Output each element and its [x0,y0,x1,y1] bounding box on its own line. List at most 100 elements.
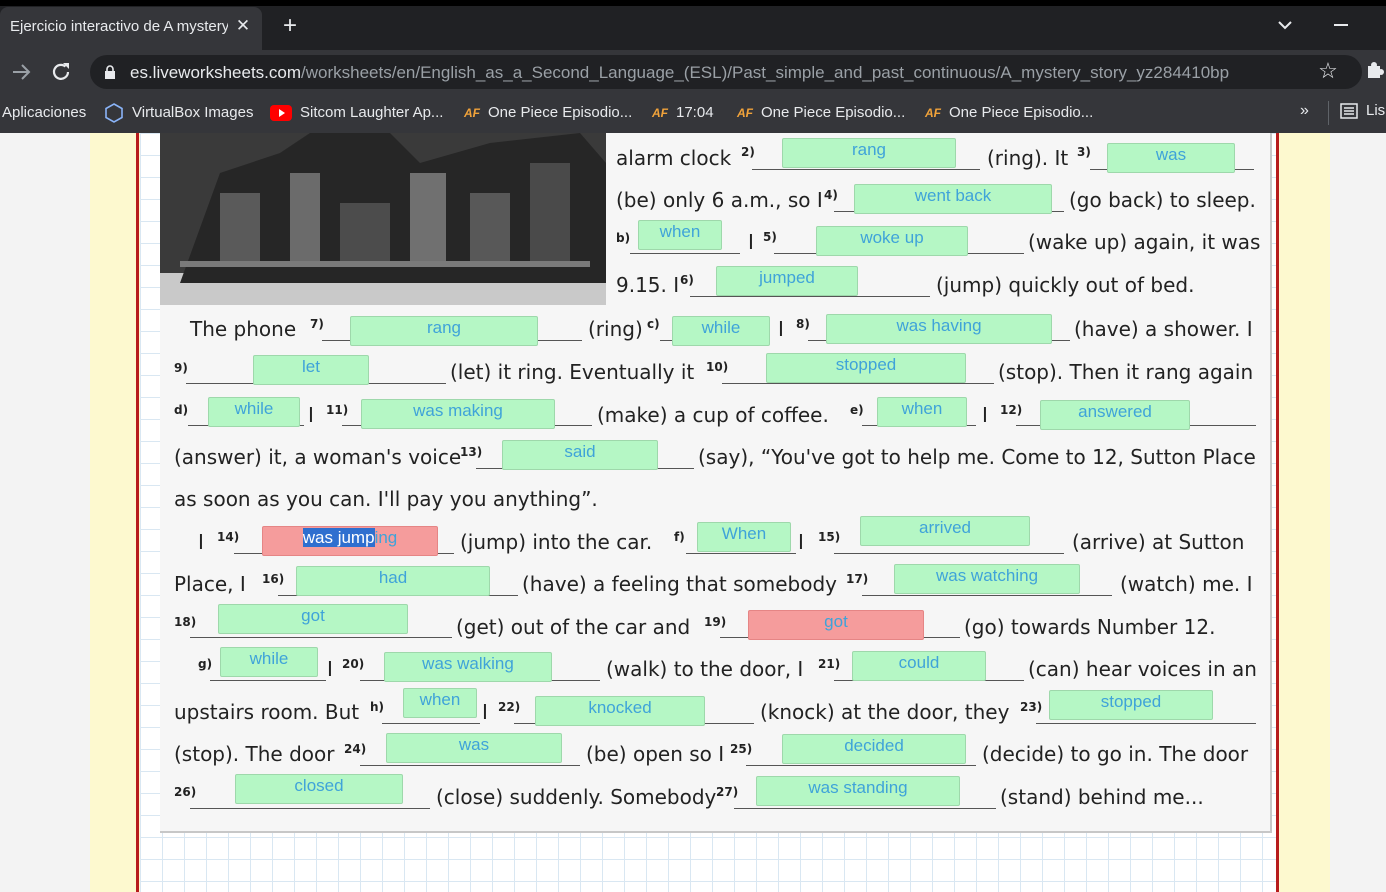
reading-list-icon [1340,103,1358,119]
sentence-text: Place, I [174,572,246,596]
answer-field-5[interactable]: woke up [816,226,968,256]
window-top-edge [0,0,1386,6]
tab-search-chevron-icon[interactable] [1274,14,1296,36]
af-logo-icon: AF [737,106,753,121]
url-path: /worksheets/en/English_as_a_Second_Langu… [301,63,1230,82]
address-bar[interactable]: es.liveworksheets.com/worksheets/en/Engl… [90,55,1362,89]
sentence-text: (go) towards Number 12. [964,615,1216,639]
answer-field-18[interactable]: got [218,604,408,634]
item-number: 6) [680,273,694,287]
answer-field-4[interactable]: went back [854,184,1052,214]
answer-field-21[interactable]: could [852,651,986,681]
sentence-text: as soon as you can. I'll pay you anythin… [174,487,598,511]
sentence-text: I [308,403,314,427]
bookmark-apps[interactable]: Aplicaciones [2,102,86,124]
answer-field-b[interactable]: when [638,220,722,250]
item-number: 15) [818,530,841,544]
sentence-text: I [778,317,784,341]
sentence-text: (close) suddenly. Somebody [436,785,717,809]
answer-field-g[interactable]: while [220,647,318,677]
bookmark-onepiece-2[interactable]: AF One Piece Episodio... [737,102,905,124]
answer-field-13[interactable]: said [502,440,658,470]
item-number: 5) [763,230,777,244]
answer-field-6[interactable]: jumped [716,266,858,296]
answer-field-24[interactable]: was [386,733,562,763]
sentence-text: (watch) me. I [1120,572,1253,596]
item-number: 3) [1077,145,1091,159]
sentence-text: (walk) to the door, I [606,657,804,681]
bookmark-onepiece-1[interactable]: AF One Piece Episodio... [464,102,632,124]
answer-field-17[interactable]: was watching [894,564,1080,594]
tab-bar: Ejercicio interactivo de A mystery ✕ + [0,0,1386,50]
answer-field-23[interactable]: stopped [1049,690,1213,720]
sentence-text: (ring) [588,317,643,341]
answer-field-3[interactable]: was [1107,143,1235,173]
answer-field-c[interactable]: while [672,316,770,346]
url-text[interactable]: es.liveworksheets.com/worksheets/en/Engl… [130,63,1229,83]
sentence-text: I [198,530,204,554]
answer-field-12[interactable]: answered [1040,400,1190,430]
bookmarks-divider [1328,101,1329,125]
sentence-text: alarm clock [616,146,732,170]
answer-field-e[interactable]: when [877,397,967,427]
bookmark-onepiece-3[interactable]: AF One Piece Episodio... [925,102,1093,124]
lock-icon[interactable] [104,65,116,79]
item-number: 21) [818,657,841,671]
new-tab-button[interactable]: + [278,14,302,38]
answer-field-9[interactable]: let [253,355,369,385]
margin-line-left [136,133,139,892]
item-number: 23) [1020,700,1043,714]
more-bookmarks-button[interactable]: » [1300,102,1309,120]
answer-field-26[interactable]: closed [235,774,403,804]
item-number: 25) [730,742,753,756]
bookmark-time[interactable]: AF 17:04 [652,102,714,124]
answer-field-f[interactable]: When [697,522,791,552]
answer-field-7[interactable]: rang [350,316,538,346]
answer-field-11[interactable]: was making [361,399,555,429]
answer-field-14[interactable]: was jumping [262,526,438,556]
answer-field-22[interactable]: knocked [535,696,705,726]
answer-text-rest: ing [374,528,398,547]
item-number: 8) [796,317,810,331]
reload-icon[interactable] [48,59,74,85]
url-host: es.liveworksheets.com [130,63,302,82]
item-number: 22) [498,700,521,714]
answer-field-h[interactable]: when [403,688,477,718]
answer-field-25[interactable]: decided [782,734,966,764]
answer-field-2[interactable]: rang [782,138,956,168]
answer-field-16[interactable]: had [296,566,490,596]
answer-field-27[interactable]: was standing [756,776,960,806]
sentence-text: I [482,700,488,724]
item-number: 2) [741,145,755,159]
answer-underline [722,383,994,384]
sentence-text: I [327,657,333,681]
item-number: 7) [310,317,324,331]
sentence-text: (let) it ring. Eventually it [450,360,695,384]
answer-underline [1036,723,1256,724]
answer-field-19[interactable]: got [748,610,924,640]
answer-field-8[interactable]: was having [826,314,1052,344]
answer-underline [210,680,326,681]
bookmark-sitcom[interactable]: Sitcom Laughter Ap... [270,102,443,124]
close-tab-icon[interactable]: ✕ [234,15,252,37]
answer-field-20[interactable]: was walking [384,652,552,682]
haunted-house-image [160,133,606,305]
sentence-text: (say), “You've got to help me. Come to 1… [698,445,1256,469]
forward-arrow-icon[interactable] [8,59,34,85]
item-letter: d) [174,403,189,417]
sentence-text: (get) out of the car and [456,615,691,639]
extensions-puzzle-icon[interactable] [1366,60,1386,82]
reading-list-button[interactable]: Lis [1340,102,1385,119]
page-content: alarm clock 2) rang (ring). It 3) was (b… [0,133,1386,892]
item-number: 16) [262,572,285,586]
minimize-window-icon[interactable] [1334,24,1348,26]
answer-field-10[interactable]: stopped [766,353,966,383]
answer-field-15[interactable]: arrived [860,516,1030,546]
item-number: 14) [217,530,240,544]
active-tab[interactable]: Ejercicio interactivo de A mystery ✕ [0,7,262,50]
bookmark-label: VirtualBox Images [132,104,254,121]
answer-underline [690,296,930,297]
bookmark-virtualbox[interactable]: VirtualBox Images [104,102,253,124]
answer-field-d[interactable]: while [208,397,300,427]
bookmark-star-icon[interactable]: ☆ [1316,59,1340,83]
